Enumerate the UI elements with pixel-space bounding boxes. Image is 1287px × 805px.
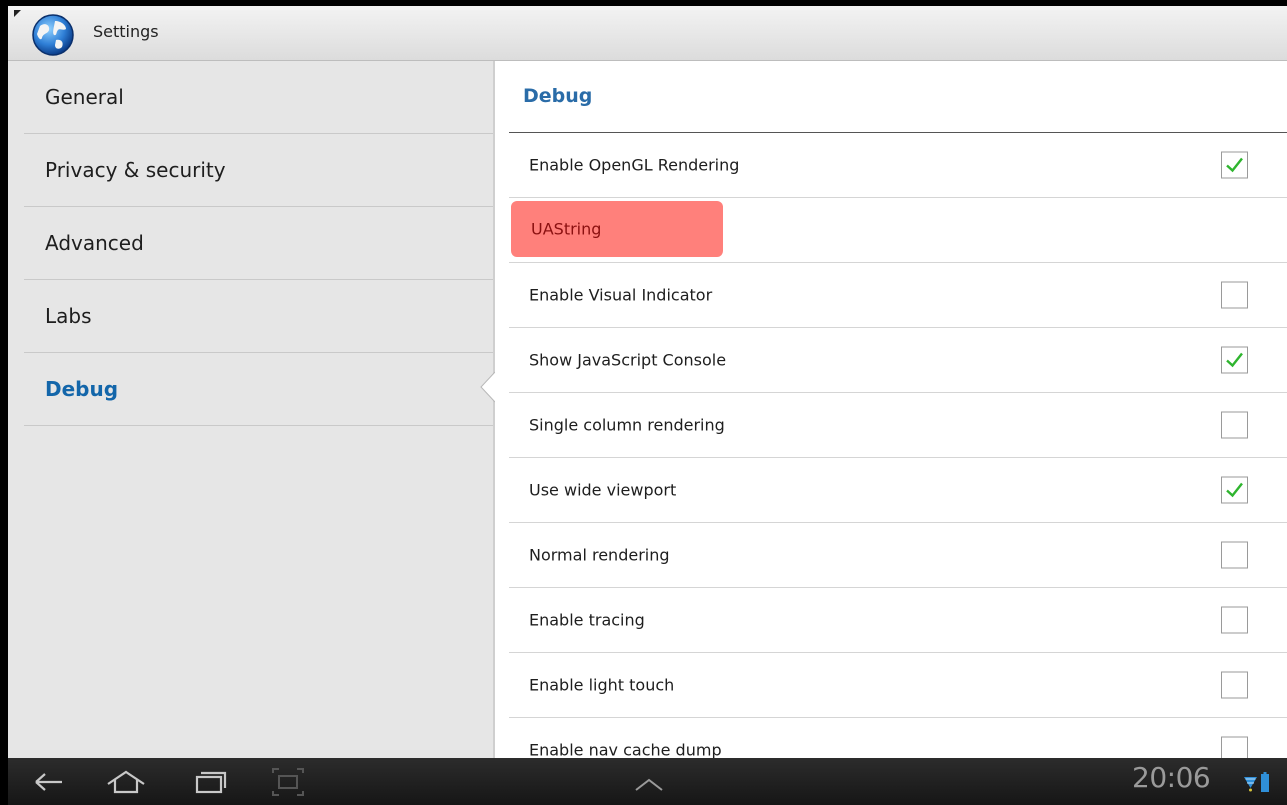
pref-normal-rendering[interactable]: Normal rendering (509, 523, 1287, 588)
debug-preferences-pane: Debug Enable OpenGL Rendering UAString E… (495, 61, 1287, 758)
checkbox-unchecked[interactable] (1221, 606, 1248, 634)
app-title: Settings (93, 22, 159, 41)
pref-label: Enable Visual Indicator (529, 285, 713, 305)
header-general[interactable]: General (24, 61, 495, 134)
recent-apps-icon[interactable] (192, 766, 228, 798)
checkmark-icon (1226, 482, 1243, 498)
header-debug[interactable]: Debug (24, 353, 495, 426)
pref-label: Enable nav cache dump (529, 740, 722, 759)
screenshot-icon[interactable] (270, 766, 306, 798)
pref-enable-nav-cache-dump[interactable]: Enable nav cache dump (509, 718, 1287, 758)
menu-corner-icon (14, 10, 21, 17)
checkbox-unchecked[interactable] (1221, 281, 1248, 309)
header-label: Debug (45, 377, 119, 401)
pref-enable-light-touch[interactable]: Enable light touch (509, 653, 1287, 718)
selected-header-arrow-icon (480, 371, 496, 403)
checkmark-icon (1226, 157, 1243, 173)
expand-up-icon[interactable] (634, 774, 664, 794)
pref-label: Use wide viewport (529, 480, 677, 500)
clock[interactable]: 20:06 (1132, 761, 1211, 794)
pressed-highlight: UAString (511, 201, 723, 257)
pref-label: Show JavaScript Console (529, 350, 727, 370)
pref-single-column-rendering[interactable]: Single column rendering (509, 393, 1287, 458)
checkbox-checked[interactable] (1221, 346, 1248, 374)
header-label: Advanced (45, 231, 144, 255)
pref-enable-opengl-rendering[interactable]: Enable OpenGL Rendering (509, 133, 1287, 198)
back-icon[interactable] (32, 766, 66, 798)
checkbox-unchecked[interactable] (1221, 411, 1248, 439)
header-privacy-security[interactable]: Privacy & security (24, 134, 495, 207)
pref-show-javascript-console[interactable]: Show JavaScript Console (509, 328, 1287, 393)
action-bar: Settings (8, 6, 1287, 61)
header-label: General (45, 85, 124, 109)
pref-label: Enable OpenGL Rendering (529, 155, 740, 175)
pref-label: UAString (531, 219, 602, 239)
pref-label: Single column rendering (529, 415, 725, 435)
pref-uastring[interactable]: UAString (509, 198, 1287, 263)
pref-label: Enable tracing (529, 610, 645, 630)
header-label: Labs (45, 304, 92, 328)
header-label: Privacy & security (45, 158, 226, 182)
pref-enable-visual-indicator[interactable]: Enable Visual Indicator (509, 263, 1287, 328)
checkmark-icon (1226, 352, 1243, 368)
home-icon[interactable] (104, 766, 148, 798)
header-advanced[interactable]: Advanced (24, 207, 495, 280)
checkbox-checked[interactable] (1221, 151, 1248, 179)
pref-use-wide-viewport[interactable]: Use wide viewport (509, 458, 1287, 523)
settings-header-list: General Privacy & security Advanced Labs… (8, 61, 495, 758)
checkbox-unchecked[interactable] (1221, 671, 1248, 699)
pref-label: Normal rendering (529, 545, 670, 565)
system-bar: 20:06 (8, 758, 1287, 805)
checkbox-unchecked[interactable] (1221, 541, 1248, 569)
checkbox-checked[interactable] (1221, 476, 1248, 504)
pref-enable-tracing[interactable]: Enable tracing (509, 588, 1287, 653)
header-labs[interactable]: Labs (24, 280, 495, 353)
battery-icon (1261, 772, 1269, 792)
section-title: Debug (523, 85, 593, 107)
wifi-icon (1244, 777, 1257, 792)
pref-label: Enable light touch (529, 675, 675, 695)
checkbox-unchecked[interactable] (1221, 736, 1248, 758)
browser-globe-icon[interactable] (30, 12, 76, 58)
